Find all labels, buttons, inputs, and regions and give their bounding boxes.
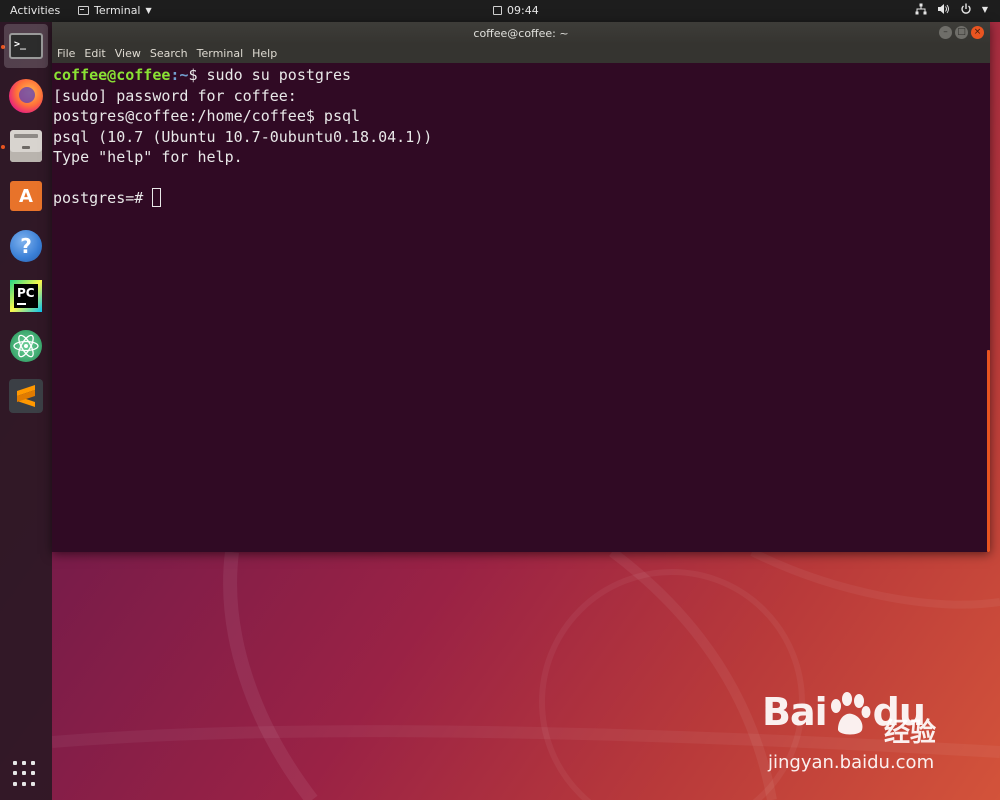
- menu-file[interactable]: File: [57, 47, 75, 60]
- terminal-small-icon: [78, 6, 89, 15]
- files-icon: [10, 130, 42, 162]
- dock-item-firefox[interactable]: [4, 74, 48, 118]
- text-cursor: [152, 188, 162, 207]
- chevron-down-icon: ▼: [145, 6, 152, 15]
- terminal-line: Type "help" for help.: [53, 148, 243, 166]
- firefox-icon: [9, 79, 43, 113]
- desktop: Activities Terminal ▼ 09:44 ▼ >_ A ? PC …: [0, 0, 1000, 800]
- activities-button[interactable]: Activities: [10, 4, 60, 17]
- dock-item-pycharm[interactable]: PC: [4, 274, 48, 318]
- psql-prompt: postgres=#: [53, 189, 153, 207]
- terminal-line: postgres=#: [53, 188, 990, 209]
- maximize-button[interactable]: □: [955, 26, 968, 39]
- command-text: $ sudo su postgres: [188, 66, 352, 84]
- close-button[interactable]: ×: [971, 26, 984, 39]
- dock-item-sublime-text[interactable]: [4, 374, 48, 418]
- dock-item-terminal[interactable]: >_: [4, 24, 48, 68]
- software-bag-icon: A: [10, 181, 42, 211]
- dock-item-help[interactable]: ?: [4, 224, 48, 268]
- atom-icon: [10, 330, 42, 362]
- power-icon[interactable]: [960, 3, 972, 15]
- baidu-watermark: Bai du 经验 jingyan.baidu.com: [762, 690, 962, 790]
- terminal-line: coffee@coffee:~$ sudo su postgres: [53, 65, 990, 86]
- system-tray[interactable]: ▼: [915, 3, 988, 15]
- menu-terminal[interactable]: Terminal: [197, 47, 244, 60]
- watermark-url: jingyan.baidu.com: [768, 752, 935, 773]
- terminal-line: [sudo] password for coffee:: [53, 86, 297, 105]
- chevron-down-icon[interactable]: ▼: [982, 5, 988, 14]
- dock: >_ A ? PC: [0, 22, 52, 800]
- window-title: coffee@coffee: ~: [473, 27, 569, 40]
- terminal-line: postgres@coffee:/home/coffee$ psql: [53, 107, 361, 125]
- network-icon[interactable]: [915, 3, 927, 15]
- title-bar[interactable]: coffee@coffee: ~ – □ ×: [52, 22, 990, 44]
- grid-icon: [11, 759, 41, 789]
- pycharm-glyph: PC: [14, 284, 38, 308]
- dock-item-ubuntu-software[interactable]: A: [4, 174, 48, 218]
- watermark-chinese: 经验: [884, 718, 937, 748]
- volume-icon[interactable]: [937, 3, 950, 15]
- prompt-user-host: coffee@coffee: [53, 66, 171, 84]
- dock-item-files[interactable]: [4, 124, 48, 168]
- calendar-icon: [493, 6, 502, 15]
- pycharm-icon: PC: [10, 280, 42, 312]
- scrollbar[interactable]: [987, 350, 990, 552]
- clock-time: 09:44: [507, 4, 539, 17]
- prompt-path: :~: [170, 66, 189, 84]
- terminal-window[interactable]: coffee@coffee: ~ – □ × File Edit View Se…: [52, 22, 990, 552]
- app-menu[interactable]: Terminal ▼: [78, 4, 152, 17]
- dock-item-atom[interactable]: [4, 324, 48, 368]
- menu-bar: File Edit View Search Terminal Help: [52, 44, 990, 63]
- app-menu-label: Terminal: [94, 4, 141, 17]
- menu-view[interactable]: View: [115, 47, 141, 60]
- minimize-button[interactable]: –: [939, 26, 952, 39]
- paw-icon: [831, 692, 871, 735]
- terminal-output[interactable]: coffee@coffee:~$ sudo su postgres [sudo]…: [52, 63, 990, 552]
- menu-help[interactable]: Help: [252, 47, 277, 60]
- menu-search[interactable]: Search: [150, 47, 188, 60]
- terminal-line: psql (10.7 (Ubuntu 10.7-0ubuntu0.18.04.1…: [53, 127, 433, 146]
- top-bar: Activities Terminal ▼ 09:44 ▼: [0, 0, 1000, 22]
- clock-button[interactable]: 09:44: [493, 4, 539, 17]
- window-controls: – □ ×: [939, 26, 984, 39]
- terminal-icon: >_: [9, 33, 43, 59]
- sublime-text-icon: [9, 379, 43, 413]
- show-applications-button[interactable]: [4, 752, 48, 796]
- help-icon: ?: [10, 230, 42, 262]
- menu-edit[interactable]: Edit: [84, 47, 105, 60]
